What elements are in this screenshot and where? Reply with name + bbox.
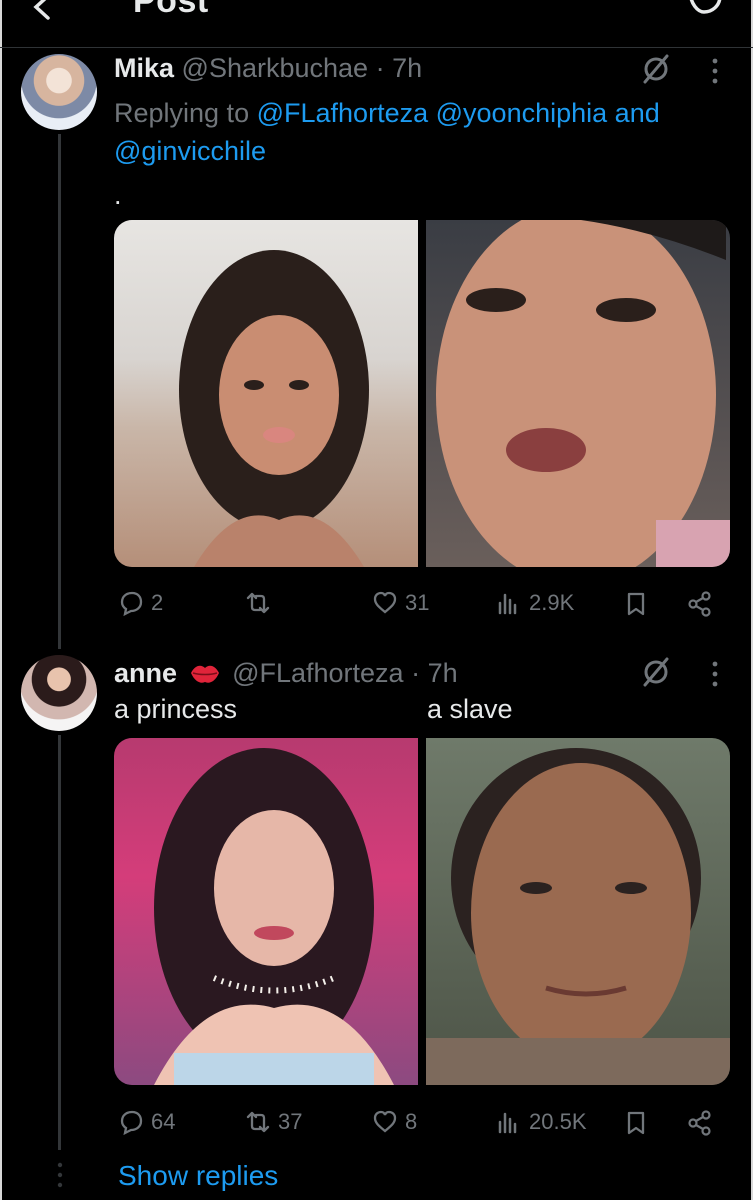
like-button[interactable]: 8 (371, 1108, 417, 1136)
lips-emoji (190, 665, 219, 683)
bookmark-icon[interactable] (622, 590, 650, 618)
grok-icon[interactable] (641, 657, 671, 687)
tweet-author-row: Mika @Sharkbuchae · 7h (114, 53, 422, 83)
share-icon[interactable] (686, 590, 714, 618)
reply-button[interactable]: 64 (117, 1108, 175, 1136)
handle[interactable]: @FLafhorteza (232, 658, 404, 688)
share-icon[interactable] (686, 1109, 714, 1137)
timestamp[interactable]: · 7h (376, 53, 423, 83)
repost-count: 37 (278, 1109, 303, 1134)
screen-edge-left (0, 0, 2, 1200)
photo-right[interactable] (426, 220, 730, 567)
handle[interactable]: @Sharkbuchae (182, 53, 369, 83)
repost-icon (246, 1111, 270, 1133)
top-header: Post (0, 0, 753, 48)
display-name[interactable]: anne (114, 658, 177, 688)
repost-button[interactable]: 37 (244, 1108, 302, 1136)
mention-link[interactable]: @FLafhorteza (257, 98, 429, 128)
back-arrow-icon[interactable] (30, 0, 56, 20)
page-title: Post (133, 0, 209, 20)
reply-count: 2 (151, 590, 164, 615)
replying-to-label: Replying to (114, 98, 250, 128)
thread-connector (58, 134, 61, 649)
show-replies-link[interactable]: Show replies (118, 1160, 278, 1192)
caption-right: a slave (427, 694, 513, 724)
tweet-author-row: anne @FLafhorteza · 7h (114, 658, 458, 688)
like-button[interactable]: 31 (371, 589, 429, 617)
mention-link[interactable]: @yoonchiphia (436, 98, 608, 128)
like-count: 31 (405, 590, 430, 615)
mention-link[interactable]: and (615, 98, 660, 128)
avatar[interactable] (21, 655, 97, 731)
views-button[interactable]: 20.5K (495, 1108, 587, 1136)
grok-icon[interactable] (641, 54, 671, 84)
views-button[interactable]: 2.9K (495, 589, 574, 617)
tweet-text: . (114, 180, 122, 210)
photo-left[interactable] (114, 738, 418, 1085)
repost-icon (246, 592, 270, 614)
caption-left: a princess (114, 694, 238, 724)
reply-button[interactable]: 2 (117, 589, 163, 617)
thread-dots-icon (57, 1162, 63, 1188)
replying-to-line: Replying to @FLafhorteza @yoonchiphia an… (114, 94, 724, 170)
mention-link[interactable]: @ginvicchile (114, 136, 266, 166)
bookmark-icon[interactable] (622, 1109, 650, 1137)
photo-left[interactable] (114, 220, 418, 567)
repost-button[interactable] (244, 589, 278, 617)
reply-count: 64 (151, 1109, 176, 1134)
views-count: 2.9K (529, 590, 575, 615)
reply-settings-icon[interactable] (684, 0, 724, 18)
like-count: 8 (405, 1109, 418, 1134)
timestamp[interactable]: · 7h (411, 658, 458, 688)
thread-connector (58, 735, 61, 1150)
reply-icon (120, 591, 143, 617)
like-icon (373, 1110, 397, 1133)
avatar[interactable] (21, 54, 97, 130)
views-count: 20.5K (529, 1109, 587, 1134)
reply-icon (120, 1110, 143, 1136)
views-icon (498, 593, 517, 615)
display-name[interactable]: Mika (114, 53, 174, 83)
photo-right[interactable] (426, 738, 730, 1085)
tweet-media[interactable] (114, 738, 730, 1085)
tweet-media[interactable] (114, 220, 730, 567)
more-icon[interactable] (710, 56, 720, 86)
more-icon[interactable] (710, 659, 720, 689)
views-icon (498, 1112, 517, 1134)
like-icon (373, 591, 397, 614)
